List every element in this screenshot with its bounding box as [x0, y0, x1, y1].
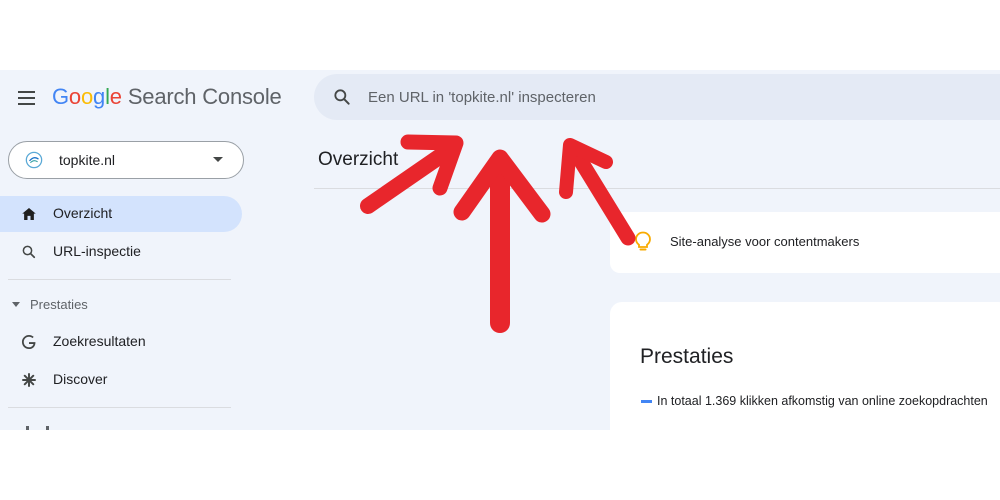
site-favicon-icon: [25, 151, 43, 169]
logo-letter: G: [52, 84, 69, 109]
sidebar-item-zoekresultaten[interactable]: Zoekresultaten: [0, 324, 242, 360]
sidebar-item-discover[interactable]: Discover: [0, 362, 242, 398]
search-icon: [22, 245, 36, 259]
logo-letter: o: [80, 84, 94, 109]
page-title: Overzicht: [318, 149, 399, 170]
home-icon: [22, 208, 36, 220]
discover-asterisk-icon: [22, 373, 36, 387]
collapse-triangle-icon: [12, 302, 20, 307]
sidebar-item-label: URL-inspectie: [53, 243, 141, 259]
sidebar-item-label: Discover: [53, 371, 108, 387]
lightbulb-icon: [635, 231, 651, 251]
clicks-legend-line: [641, 400, 652, 403]
sidebar-item-url-inspectie[interactable]: URL-inspectie: [0, 234, 242, 270]
property-name: topkite.nl: [59, 152, 116, 168]
search-console-app: GoogleSearch Console topkite.nl Overzich…: [0, 70, 1000, 430]
logo-letter: e: [109, 84, 122, 109]
search-icon[interactable]: [332, 87, 352, 107]
performance-card-title: Prestaties: [640, 345, 734, 368]
logo-letter: g: [93, 84, 106, 109]
google-g-icon: [21, 334, 36, 350]
sidebar-divider: [8, 279, 231, 280]
search-console-logo[interactable]: Google Search Console: [52, 84, 282, 110]
performance-card: Prestaties In totaal 1.369 klikken afkom…: [610, 302, 1000, 430]
performance-summary: In totaal 1.369 klikken afkomstig van on…: [657, 394, 988, 408]
main-menu-icon[interactable]: [16, 89, 38, 107]
sidebar-item-overzicht[interactable]: Overzicht: [0, 196, 242, 232]
sidebar-item-label: Overzicht: [53, 205, 113, 221]
sidebar-cut-off-item: [26, 426, 52, 430]
logo-letter: o: [68, 84, 81, 109]
product-name: Search Console: [127, 84, 282, 109]
sidebar-divider: [8, 407, 231, 408]
insight-card-text: Site-analyse voor contentmakers: [670, 234, 860, 249]
section-label: Prestaties: [30, 297, 88, 312]
dropdown-caret-icon: [213, 157, 223, 162]
search-input[interactable]: [368, 85, 968, 109]
insight-card[interactable]: Site-analyse voor contentmakers: [610, 212, 1000, 273]
title-divider: [314, 188, 1000, 189]
url-inspection-search-bar[interactable]: [314, 74, 1000, 120]
sidebar-item-label: Zoekresultaten: [53, 333, 146, 349]
property-selector[interactable]: topkite.nl: [8, 141, 244, 179]
